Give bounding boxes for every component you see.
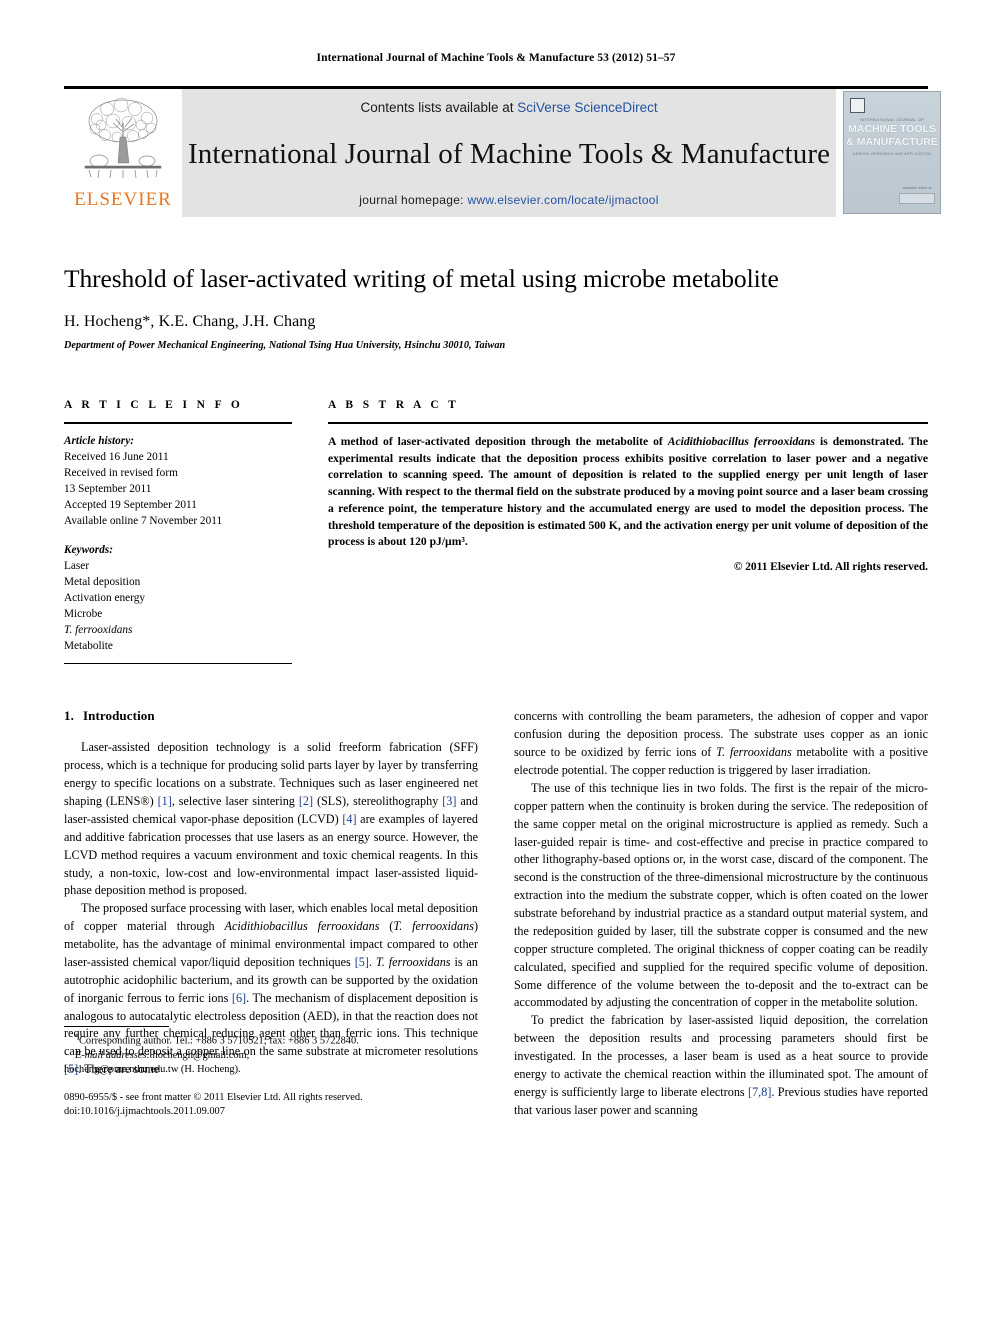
- abstract-organism-name: Acidithiobacillus ferrooxidans: [667, 435, 816, 449]
- abstract-panel: A B S T R A C T A method of laser-activa…: [328, 399, 928, 664]
- history-item: Received 16 June 2011: [64, 451, 169, 464]
- running-head: International Journal of Machine Tools &…: [316, 52, 676, 64]
- article-page: International Journal of Machine Tools &…: [0, 0, 992, 1323]
- cover-title-line1: MACHINE TOOLS: [848, 123, 937, 135]
- keyword-item: Metabolite: [64, 640, 113, 653]
- article-history: Article history: Received 16 June 2011 R…: [64, 433, 292, 529]
- citation-ref[interactable]: [2]: [299, 794, 313, 808]
- author-list: H. Hocheng*, K.E. Chang, J.H. Chang: [64, 313, 316, 331]
- journal-homepage-line: journal homepage: www.elsevier.com/locat…: [359, 193, 658, 207]
- cover-footer: available online at: [899, 185, 936, 206]
- issn-line: 0890-6955/$ - see front matter © 2011 El…: [64, 1092, 363, 1104]
- section-heading-introduction: 1. Introduction: [64, 708, 478, 724]
- article-title-block: Threshold of laser-activated writing of …: [64, 264, 928, 351]
- abstract-text: A method of laser-activated deposition t…: [328, 434, 928, 551]
- contents-available-line: Contents lists available at SciVerse Sci…: [360, 100, 657, 115]
- article-info-panel: A R T I C L E I N F O Article history: R…: [64, 399, 292, 665]
- p1-text-c: (SLS), stereolithography: [313, 794, 443, 809]
- cover-kicker: INTERNATIONAL JOURNAL OF: [860, 118, 925, 122]
- footnote-area: *Corresponding author. Tel.: +886 3 5710…: [64, 1025, 478, 1120]
- journal-title: International Journal of Machine Tools &…: [188, 137, 831, 170]
- keyword-item: Laser: [64, 560, 90, 573]
- history-item: Received in revised form: [64, 467, 178, 480]
- organism-name: T. ferrooxidans: [393, 919, 474, 934]
- contents-prefix: Contents lists available at: [360, 100, 518, 115]
- divider: [64, 422, 292, 425]
- email-note: E-mail addresses: hochengh@gmail.com,: [64, 1049, 478, 1063]
- cover-subtitle: DESIGN, RESEARCH AND APPLICATION: [853, 152, 932, 157]
- info-abstract-row: A R T I C L E I N F O Article history: R…: [64, 399, 928, 665]
- elsevier-wordmark: ELSEVIER: [74, 189, 172, 210]
- cover-image: INTERNATIONAL JOURNAL OF MACHINE TOOLS &…: [843, 91, 942, 214]
- journal-homepage-link[interactable]: www.elsevier.com/locate/ijmactool: [467, 193, 658, 207]
- issn-copyright-block: 0890-6955/$ - see front matter © 2011 El…: [64, 1091, 478, 1120]
- footnote-divider: [64, 1025, 169, 1027]
- cover-elsevier-mark-icon: [850, 98, 866, 113]
- organism-name: Acidithiobacillus ferrooxidans: [224, 919, 380, 934]
- intro-paragraph-3: The use of this technique lies in two fo…: [514, 780, 928, 1010]
- email-address-1[interactable]: hochengh@gmail.com,: [150, 1050, 250, 1061]
- journal-cover-thumbnail: INTERNATIONAL JOURNAL OF MACHINE TOOLS &…: [836, 89, 949, 217]
- p2-text-d: .: [368, 954, 376, 969]
- abstract-copyright: © 2011 Elsevier Ltd. All rights reserved…: [733, 560, 928, 573]
- citation-ref[interactable]: [1]: [158, 794, 172, 808]
- organism-name: T. ferrooxidans: [716, 745, 792, 760]
- p2-text-b: (: [379, 919, 394, 934]
- journal-masthead: ELSEVIER Contents lists available at Sci…: [64, 86, 949, 217]
- citation-ref[interactable]: [3]: [442, 794, 456, 808]
- keywords-label: Keywords:: [64, 544, 113, 557]
- right-column: concerns with controlling the beam param…: [514, 708, 928, 1119]
- history-item: 13 September 2011: [64, 483, 152, 496]
- citation-ref[interactable]: [6]: [232, 991, 246, 1005]
- intro-paragraph-1-continued: concerns with controlling the beam param…: [514, 708, 928, 780]
- citation-ref[interactable]: [7,8]: [748, 1085, 771, 1099]
- doi-line[interactable]: doi:10.1016/j.ijmachtools.2011.09.007: [64, 1105, 478, 1119]
- cover-footer-label: available online at: [902, 185, 932, 190]
- intro-paragraph-1: Laser-assisted deposition technology is …: [64, 739, 478, 900]
- elsevier-tree-icon: [84, 97, 162, 179]
- keyword-item: Metal deposition: [64, 576, 141, 589]
- cover-footer-brand-box: [899, 193, 936, 204]
- left-column: 1. Introduction Laser-assisted deposition…: [64, 708, 478, 1119]
- history-item: Available online 7 November 2011: [64, 515, 223, 528]
- article-history-label: Article history:: [64, 435, 134, 448]
- corresponding-author-text: Corresponding author. Tel.: +886 3 57105…: [79, 1035, 359, 1047]
- email-label: E-mail addresses:: [75, 1049, 150, 1061]
- abstract-part-2: is demonstrated. The experimental result…: [328, 435, 928, 549]
- keywords-list: Keywords: Laser Metal deposition Activat…: [64, 542, 292, 654]
- keyword-item: T. ferrooxidans: [64, 624, 133, 637]
- divider: [328, 422, 928, 425]
- keyword-item: Microbe: [64, 608, 103, 621]
- citation-ref[interactable]: [4]: [342, 812, 356, 826]
- email-address-2[interactable]: hocheng@pme.nthu.edu.tw (H. Hocheng).: [64, 1064, 241, 1075]
- section-label: Introduction: [82, 708, 155, 724]
- body-columns: 1. Introduction Laser-assisted deposition…: [64, 708, 928, 1119]
- citation-ref[interactable]: [5]: [355, 955, 369, 969]
- keyword-item: Activation energy: [64, 592, 146, 605]
- abstract-part-1: A method of laser-activated deposition t…: [328, 435, 668, 449]
- elsevier-logo: ELSEVIER: [64, 89, 182, 217]
- history-item: Accepted 19 September 2011: [64, 499, 197, 512]
- intro-paragraph-4: To predict the fabrication by laser-assi…: [514, 1012, 928, 1119]
- article-info-heading: A R T I C L E I N F O: [64, 399, 244, 412]
- sciencedirect-link[interactable]: SciVerse ScienceDirect: [517, 100, 657, 115]
- p1-text-b: , selective laser sintering: [171, 794, 299, 809]
- corresponding-author-note: *Corresponding author. Tel.: +886 3 5710…: [64, 1032, 478, 1049]
- organism-name: T. ferrooxidans: [375, 954, 451, 969]
- section-number: 1.: [64, 708, 74, 724]
- divider: [64, 663, 292, 665]
- page-title: Threshold of laser-activated writing of …: [64, 264, 779, 293]
- homepage-prefix: journal homepage:: [359, 193, 468, 207]
- email-note-2: hocheng@pme.nthu.edu.tw (H. Hocheng).: [64, 1063, 478, 1077]
- affiliation: Department of Power Mechanical Engineeri…: [64, 340, 506, 352]
- journal-band: Contents lists available at SciVerse Sci…: [182, 89, 837, 217]
- cover-title-line2: & MANUFACTURE: [846, 136, 938, 149]
- abstract-heading: A B S T R A C T: [328, 399, 460, 412]
